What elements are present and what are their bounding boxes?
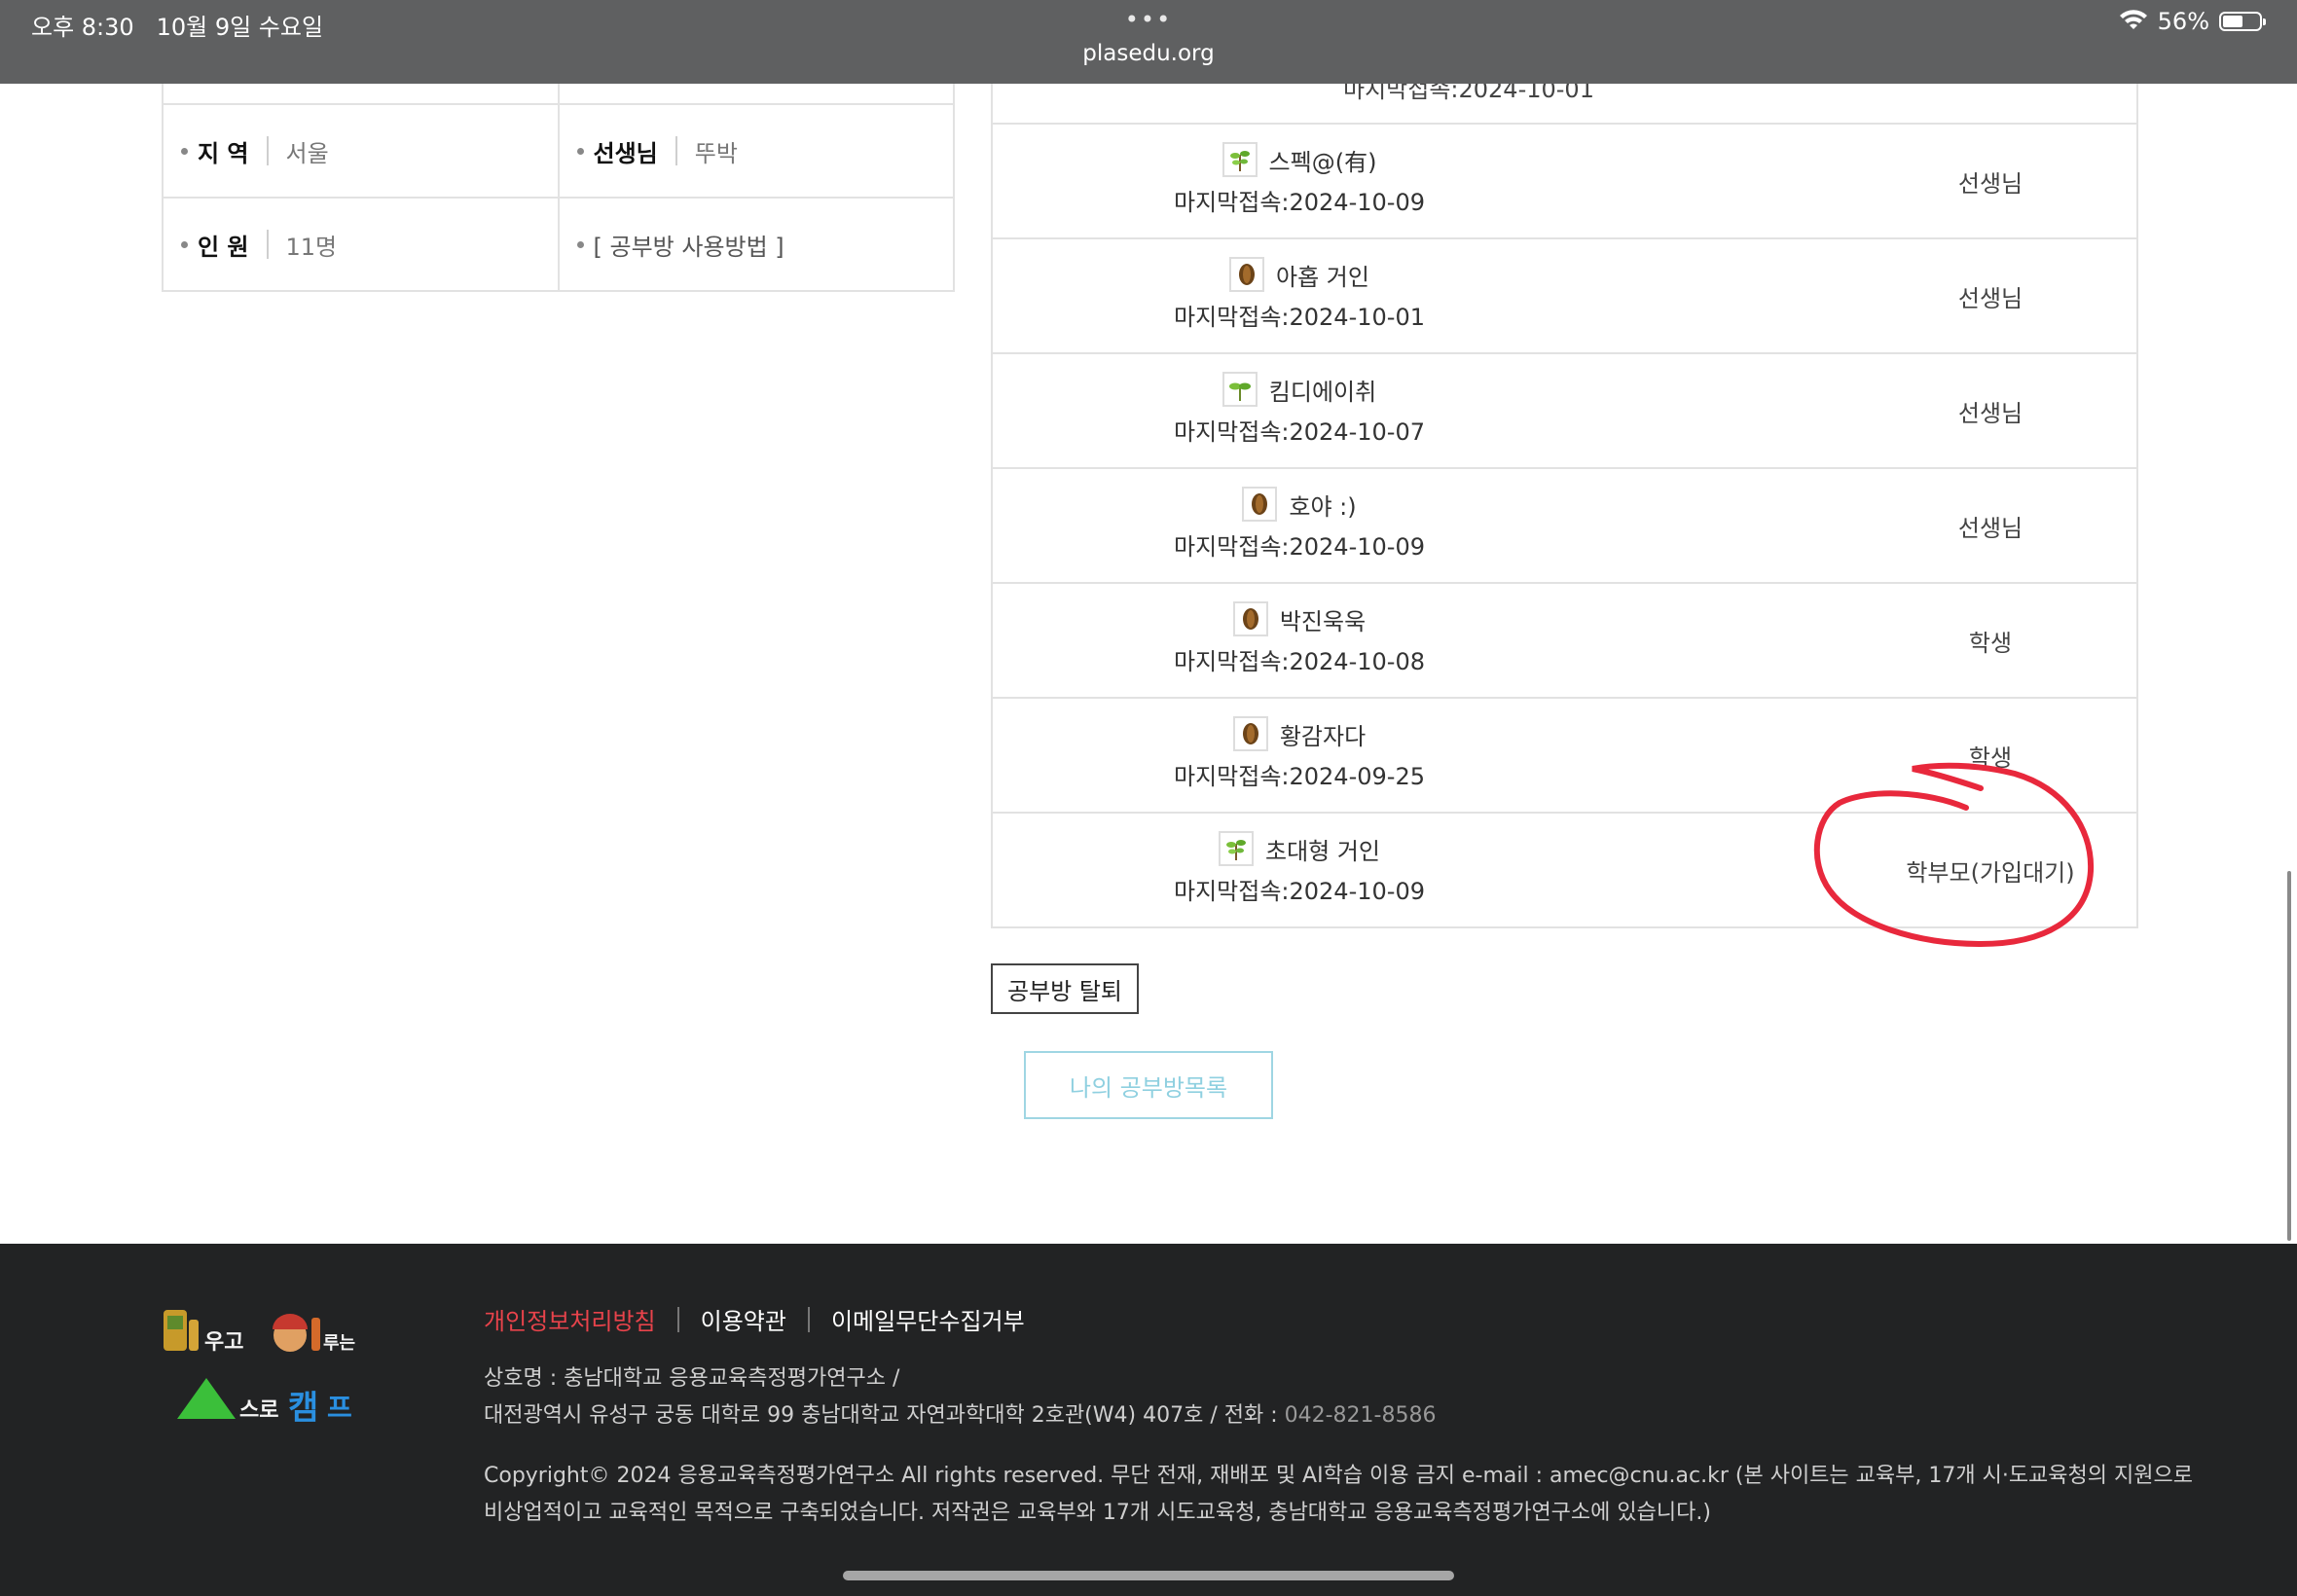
member-row: 호야 :) 마지막접속:2024-10-09 선생님 bbox=[993, 469, 2136, 584]
info-cap-left bbox=[164, 84, 558, 103]
member-name-wrap: 스펙@(有) bbox=[993, 142, 1606, 177]
copyright-line-2: 비상업적이고 교육적인 목적으로 구축되었습니다. 저작권은 교육부와 17개 … bbox=[484, 1501, 1711, 1525]
member-row: 스펙@(有) 마지막접속:2024-10-09 선생님 bbox=[993, 125, 2136, 239]
info-row: 인 원 11명 [ 공부방 사용방법 ] bbox=[164, 199, 953, 292]
member-name[interactable]: 아홉 거인 bbox=[1276, 258, 1369, 292]
member-row-clipped: 마지막접속:2024-10-01 bbox=[993, 84, 2136, 125]
battery-icon bbox=[2219, 12, 2266, 31]
member-last-login: 마지막접속:2024-10-01 bbox=[1174, 304, 1425, 331]
member-name[interactable]: 킴디에이취 bbox=[1269, 373, 1376, 407]
svg-text:스로: 스로 bbox=[239, 1398, 278, 1423]
battery-percent: 56% bbox=[2157, 8, 2209, 35]
member-last-login: 마지막접속:2024-09-25 bbox=[1174, 763, 1425, 790]
company-name: 상호명 : 충남대학교 응용교육측정평가연구소 / bbox=[484, 1366, 900, 1391]
teacher-value: 뚜박 bbox=[694, 139, 738, 167]
bullet-icon bbox=[181, 147, 188, 155]
bullet-icon bbox=[181, 240, 188, 248]
member-last-login: 마지막접속:2024-10-09 bbox=[1174, 533, 1425, 561]
member-name-wrap: 황감자다 bbox=[993, 716, 1606, 751]
member-last-login: 마지막접속:2024-10-01 bbox=[1343, 84, 1594, 103]
member-name[interactable]: 황감자다 bbox=[1280, 717, 1366, 751]
scrollbar[interactable] bbox=[2287, 871, 2291, 1241]
my-studyroom-list-button[interactable]: 나의 공부방목록 bbox=[1024, 1051, 1273, 1119]
member-name-wrap: 아홉 거인 bbox=[993, 257, 1606, 292]
red-circle-annotation bbox=[1813, 762, 2095, 948]
member-name-wrap: 호야 :) bbox=[993, 487, 1606, 522]
info-row: 지 역 서울 선생님 뚜박 bbox=[164, 105, 953, 199]
member-role: 선생님 bbox=[1957, 514, 2024, 542]
wifi-icon bbox=[2119, 10, 2147, 29]
member-name-wrap: 초대형 거인 bbox=[993, 831, 1606, 866]
member-role: 학생 bbox=[1968, 629, 2013, 657]
seed-icon bbox=[1232, 716, 1268, 751]
terms-link[interactable]: 이용약관 bbox=[701, 1302, 786, 1336]
address-text: 대전광역시 유성구 궁동 대학로 99 충남대학교 자연과학대학 2호관(W4)… bbox=[484, 1403, 1285, 1428]
region-label: 지 역 bbox=[198, 139, 249, 167]
status-right: 56% bbox=[2119, 8, 2266, 35]
member-name[interactable]: 박진욱욱 bbox=[1280, 602, 1366, 636]
region-cell: 지 역 서울 bbox=[164, 105, 558, 197]
bullet-icon bbox=[576, 147, 584, 155]
seed-icon bbox=[1232, 601, 1268, 636]
sprout-icon bbox=[1221, 142, 1258, 177]
battery-fill bbox=[2223, 16, 2242, 27]
copyright-line-1: Copyright© 2024 응용교육측정평가연구소 All rights r… bbox=[484, 1464, 2193, 1488]
member-name-wrap: 킴디에이취 bbox=[993, 372, 1606, 407]
divider bbox=[266, 230, 269, 259]
leave-studyroom-button[interactable]: 공부방 탈퇴 bbox=[991, 963, 1139, 1014]
svg-text:프: 프 bbox=[327, 1392, 352, 1424]
members-value: 11명 bbox=[285, 233, 338, 261]
divider bbox=[807, 1306, 810, 1332]
svg-text:우고: 우고 bbox=[204, 1330, 243, 1355]
divider bbox=[675, 136, 677, 165]
divider bbox=[676, 1306, 679, 1332]
member-role: 선생님 bbox=[1957, 284, 2024, 312]
member-last-login: 마지막접속:2024-10-09 bbox=[1174, 878, 1425, 905]
member-last-login: 마지막접속:2024-10-07 bbox=[1174, 418, 1425, 446]
copyright: Copyright© 2024 응용교육측정평가연구소 All rights r… bbox=[484, 1458, 2193, 1532]
howto-cell: [ 공부방 사용방법 ] bbox=[557, 199, 954, 290]
studyroom-info-table: 지 역 서울 선생님 뚜박 인 원 11명 [ 공부방 사용방법 ] bbox=[162, 84, 955, 292]
teacher-label: 선생님 bbox=[593, 139, 658, 167]
member-last-login: 마지막접속:2024-10-08 bbox=[1174, 648, 1425, 675]
member-last-login: 마지막접속:2024-10-09 bbox=[1174, 189, 1425, 216]
divider bbox=[266, 136, 269, 165]
member-role: 선생님 bbox=[1957, 169, 2024, 198]
info-cap-right bbox=[557, 84, 954, 103]
site-logo: 우고 루는 스로 캠 프 bbox=[164, 1310, 355, 1428]
members-label: 인 원 bbox=[198, 233, 249, 261]
footer-links: 개인정보처리방침 이용약관 이메일무단수집거부 bbox=[484, 1302, 1025, 1336]
seedling-icon bbox=[1221, 372, 1258, 407]
status-bar: 오후 8:30 10월 9일 수요일 ••• plasedu.org 56% bbox=[0, 0, 2297, 84]
member-name-wrap: 박진욱욱 bbox=[993, 601, 1606, 636]
status-time: 오후 8:30 10월 9일 수요일 bbox=[31, 14, 324, 41]
member-row: 박진욱욱마지막접속:2024-10-08 학생 bbox=[993, 584, 2136, 699]
seed-icon bbox=[1229, 257, 1265, 292]
privacy-policy-link[interactable]: 개인정보처리방침 bbox=[484, 1302, 656, 1336]
members-cell: 인 원 11명 bbox=[164, 199, 558, 290]
sprout-icon bbox=[1218, 831, 1254, 866]
svg-text:캠: 캠 bbox=[288, 1389, 318, 1428]
howto-link[interactable]: [ 공부방 사용방법 ] bbox=[594, 228, 784, 262]
region-value: 서울 bbox=[285, 139, 329, 167]
phone-number: 042-821-8586 bbox=[1284, 1403, 1437, 1428]
multitask-dots-icon[interactable]: ••• bbox=[1125, 6, 1172, 33]
member-role: 선생님 bbox=[1957, 399, 2024, 427]
email-refusal-link[interactable]: 이메일무단수집거부 bbox=[831, 1302, 1025, 1336]
company-address: 대전광역시 유성구 궁동 대학로 99 충남대학교 자연과학대학 2호관(W4)… bbox=[484, 1397, 1436, 1434]
member-name[interactable]: 스펙@(有) bbox=[1269, 143, 1377, 177]
home-indicator[interactable] bbox=[843, 1571, 1454, 1580]
teacher-cell: 선생님 뚜박 bbox=[557, 105, 954, 197]
seed-icon bbox=[1242, 487, 1278, 522]
member-row: 아홉 거인마지막접속:2024-10-01 선생님 bbox=[993, 239, 2136, 354]
company-info: 상호명 : 충남대학교 응용교육측정평가연구소 / 대전광역시 유성구 궁동 대… bbox=[484, 1360, 1436, 1434]
info-row-cap bbox=[164, 84, 953, 105]
member-name[interactable]: 호야 :) bbox=[1289, 488, 1356, 522]
member-row: 킴디에이취마지막접속:2024-10-07 선생님 bbox=[993, 354, 2136, 469]
footer: 우고 루는 스로 캠 프 개인정보처리방침 이용약관 이메일무단수집거부 상호명… bbox=[0, 1244, 2297, 1596]
bullet-icon bbox=[576, 240, 584, 248]
svg-text:루는: 루는 bbox=[323, 1333, 355, 1354]
url-label[interactable]: plasedu.org bbox=[1082, 41, 1214, 66]
member-name[interactable]: 초대형 거인 bbox=[1265, 832, 1380, 866]
